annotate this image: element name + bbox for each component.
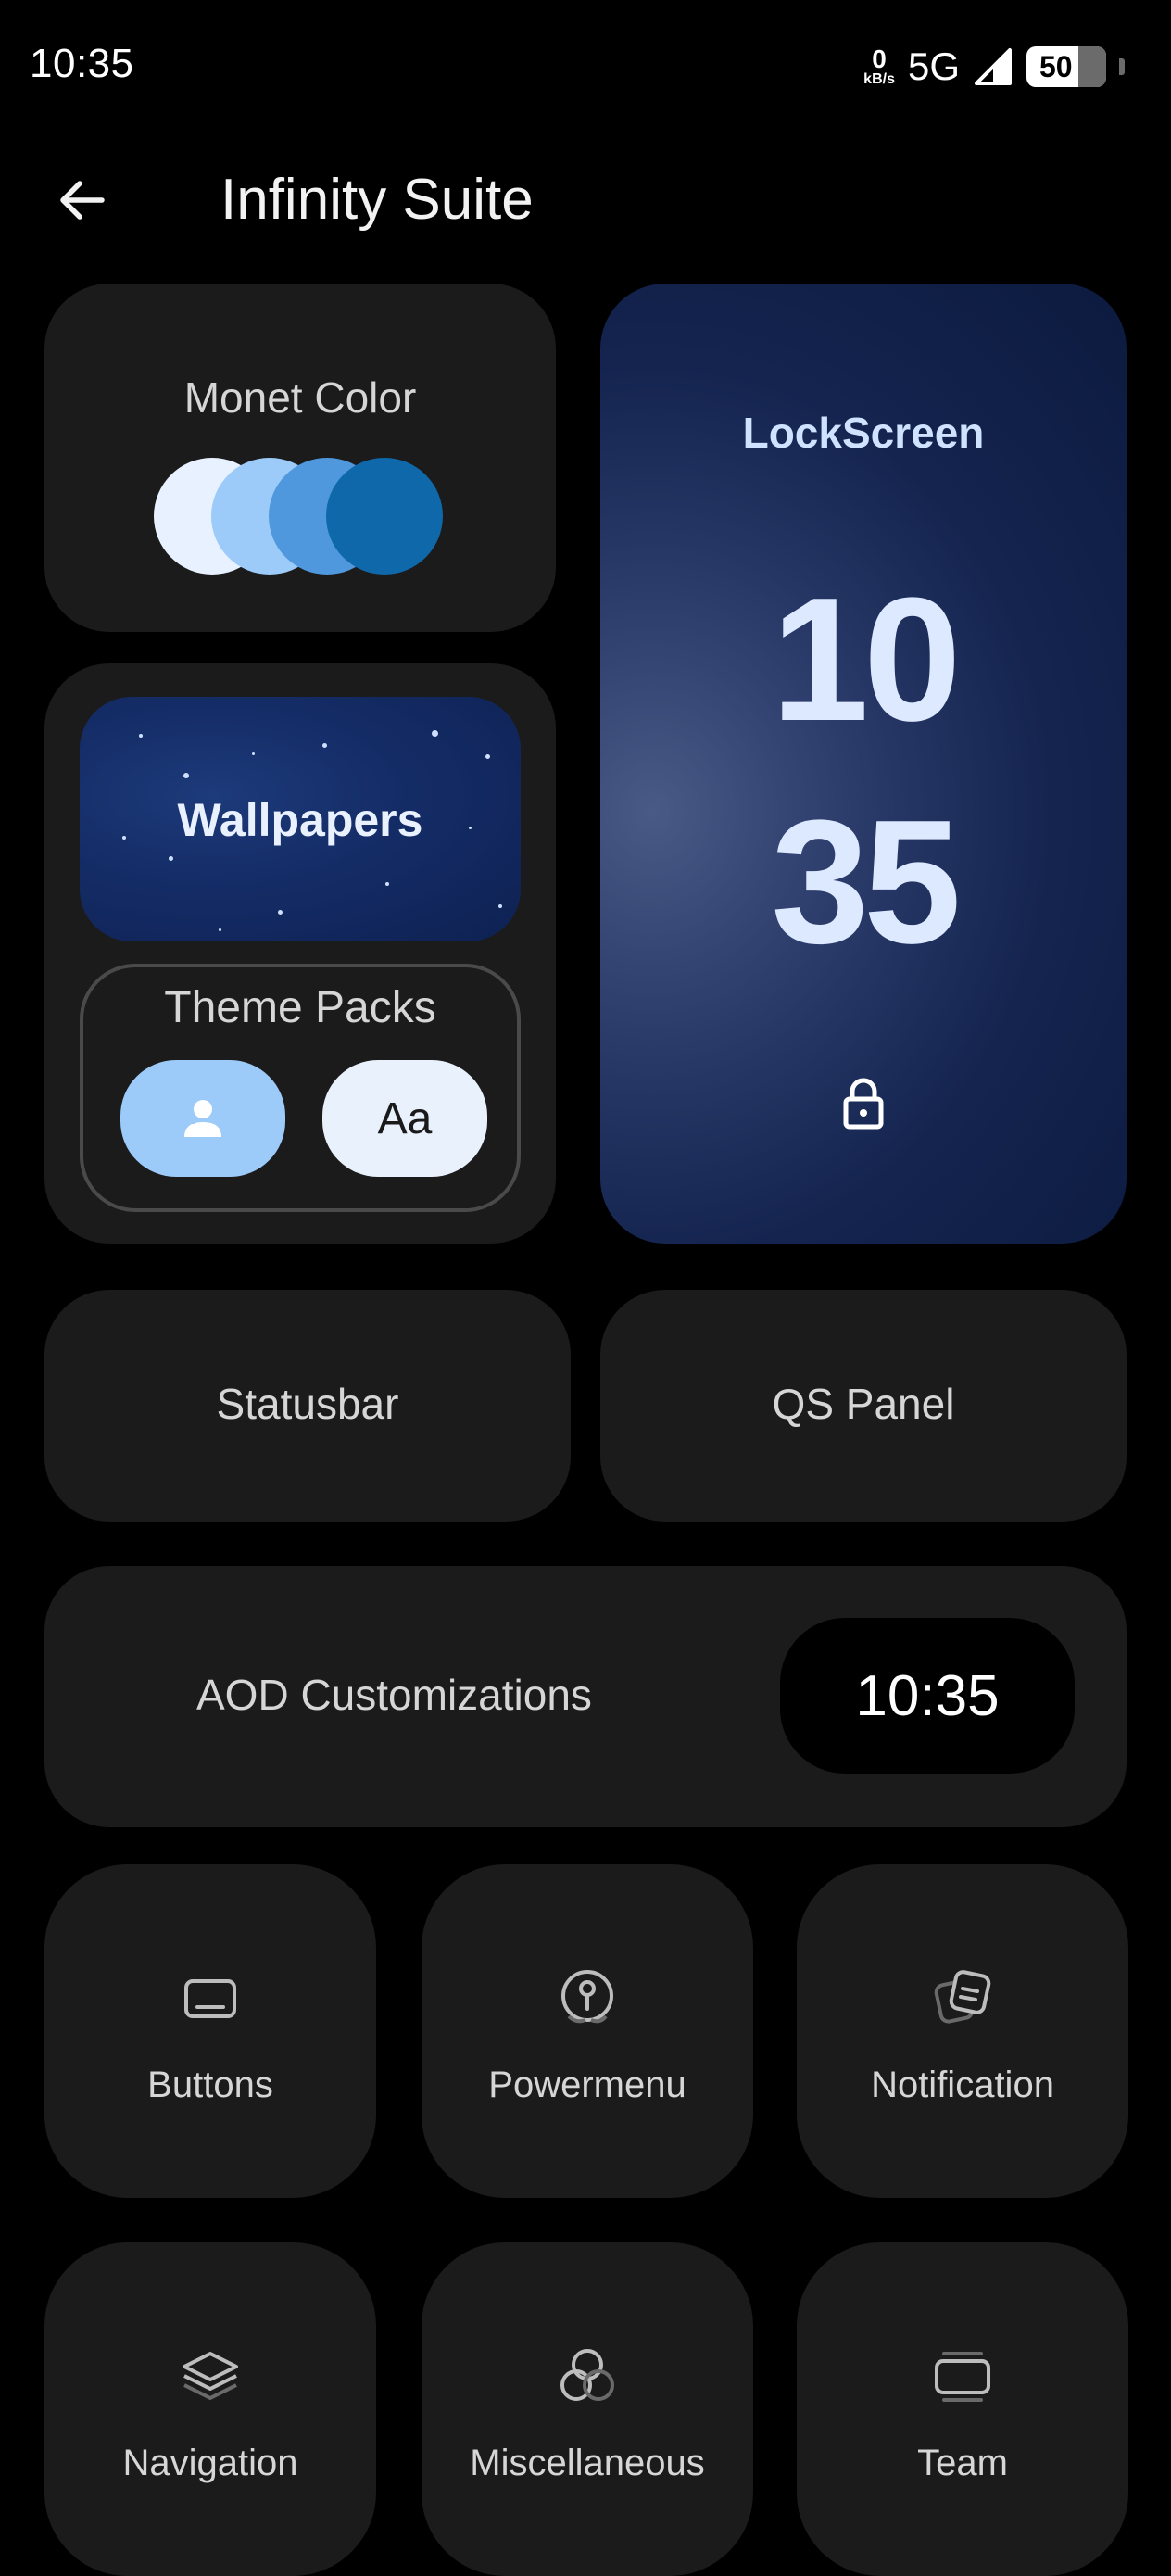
statusbar-label: Statusbar — [216, 1380, 399, 1428]
power-icon — [561, 1970, 613, 2024]
tile-powermenu[interactable]: Powermenu — [422, 1864, 753, 2198]
network-type: 5G — [907, 44, 960, 88]
back-button[interactable] — [48, 167, 115, 234]
tile-buttons[interactable]: Buttons — [44, 1864, 376, 2198]
lockscreen-minute: 35 — [771, 784, 961, 980]
battery-icon: 50 — [1026, 46, 1106, 87]
wallpapers-button[interactable]: Wallpapers — [80, 697, 521, 941]
tile-notification[interactable]: Notification — [797, 1864, 1128, 2198]
theme-packs-group: Theme Packs Aa — [80, 964, 521, 1212]
lockscreen-hour: 10 — [771, 562, 961, 758]
signal-icon — [975, 48, 1012, 85]
network-speed: 0 kB/s — [863, 46, 895, 87]
aod-clock-preview: 10:35 — [780, 1618, 1075, 1774]
arrow-left-icon — [60, 181, 105, 220]
team-icon — [935, 2352, 990, 2402]
font-pack-button[interactable]: Aa — [322, 1060, 487, 1177]
tile-label: Team — [917, 2443, 1008, 2483]
theme-packs-title: Theme Packs — [164, 983, 436, 1032]
network-speed-unit: kB/s — [863, 71, 895, 87]
icon-pack-button[interactable] — [120, 1060, 285, 1177]
tile-team[interactable]: Team — [797, 2242, 1128, 2576]
notification-icon — [934, 1970, 991, 2024]
lockscreen-card[interactable]: LockScreen 10 35 — [600, 284, 1127, 1244]
status-time: 10:35 — [30, 41, 134, 86]
battery-level: 50 — [1039, 49, 1073, 83]
wallpaper-theme-card: Wallpapers Theme Packs Aa — [44, 663, 556, 1244]
status-icons: 0 kB/s 5G 50 — [863, 41, 1125, 93]
tile-navigation[interactable]: Navigation — [44, 2242, 376, 2576]
battery-tip — [1119, 58, 1125, 75]
wallpapers-label: Wallpapers — [177, 794, 423, 846]
monet-color-title: Monet Color — [183, 373, 417, 422]
tile-label: Notification — [871, 2065, 1054, 2105]
tile-label: Navigation — [122, 2443, 298, 2483]
layers-icon — [183, 2352, 238, 2400]
lock-icon — [843, 1078, 884, 1130]
statusbar-card[interactable]: Statusbar — [44, 1290, 571, 1522]
monet-color-card[interactable]: Monet Color — [44, 284, 556, 632]
tile-label: Buttons — [147, 2065, 273, 2105]
page-title: Infinity Suite — [220, 168, 534, 232]
lockscreen-title: LockScreen — [742, 409, 985, 457]
circles-icon — [560, 2349, 614, 2401]
aod-label: AOD Customizations — [196, 1671, 592, 1719]
color-swatch — [326, 458, 443, 575]
tile-label: Miscellaneous — [470, 2443, 705, 2483]
person-icon — [184, 1100, 221, 1137]
qs-panel-card[interactable]: QS Panel — [600, 1290, 1127, 1522]
aod-customizations-card[interactable]: AOD Customizations 10:35 — [44, 1566, 1127, 1827]
tile-miscellaneous[interactable]: Miscellaneous — [422, 2242, 753, 2576]
qs-panel-label: QS Panel — [772, 1380, 955, 1428]
tile-label: Powermenu — [488, 2065, 686, 2105]
buttons-icon — [184, 1979, 236, 2018]
network-speed-value: 0 — [872, 44, 887, 73]
